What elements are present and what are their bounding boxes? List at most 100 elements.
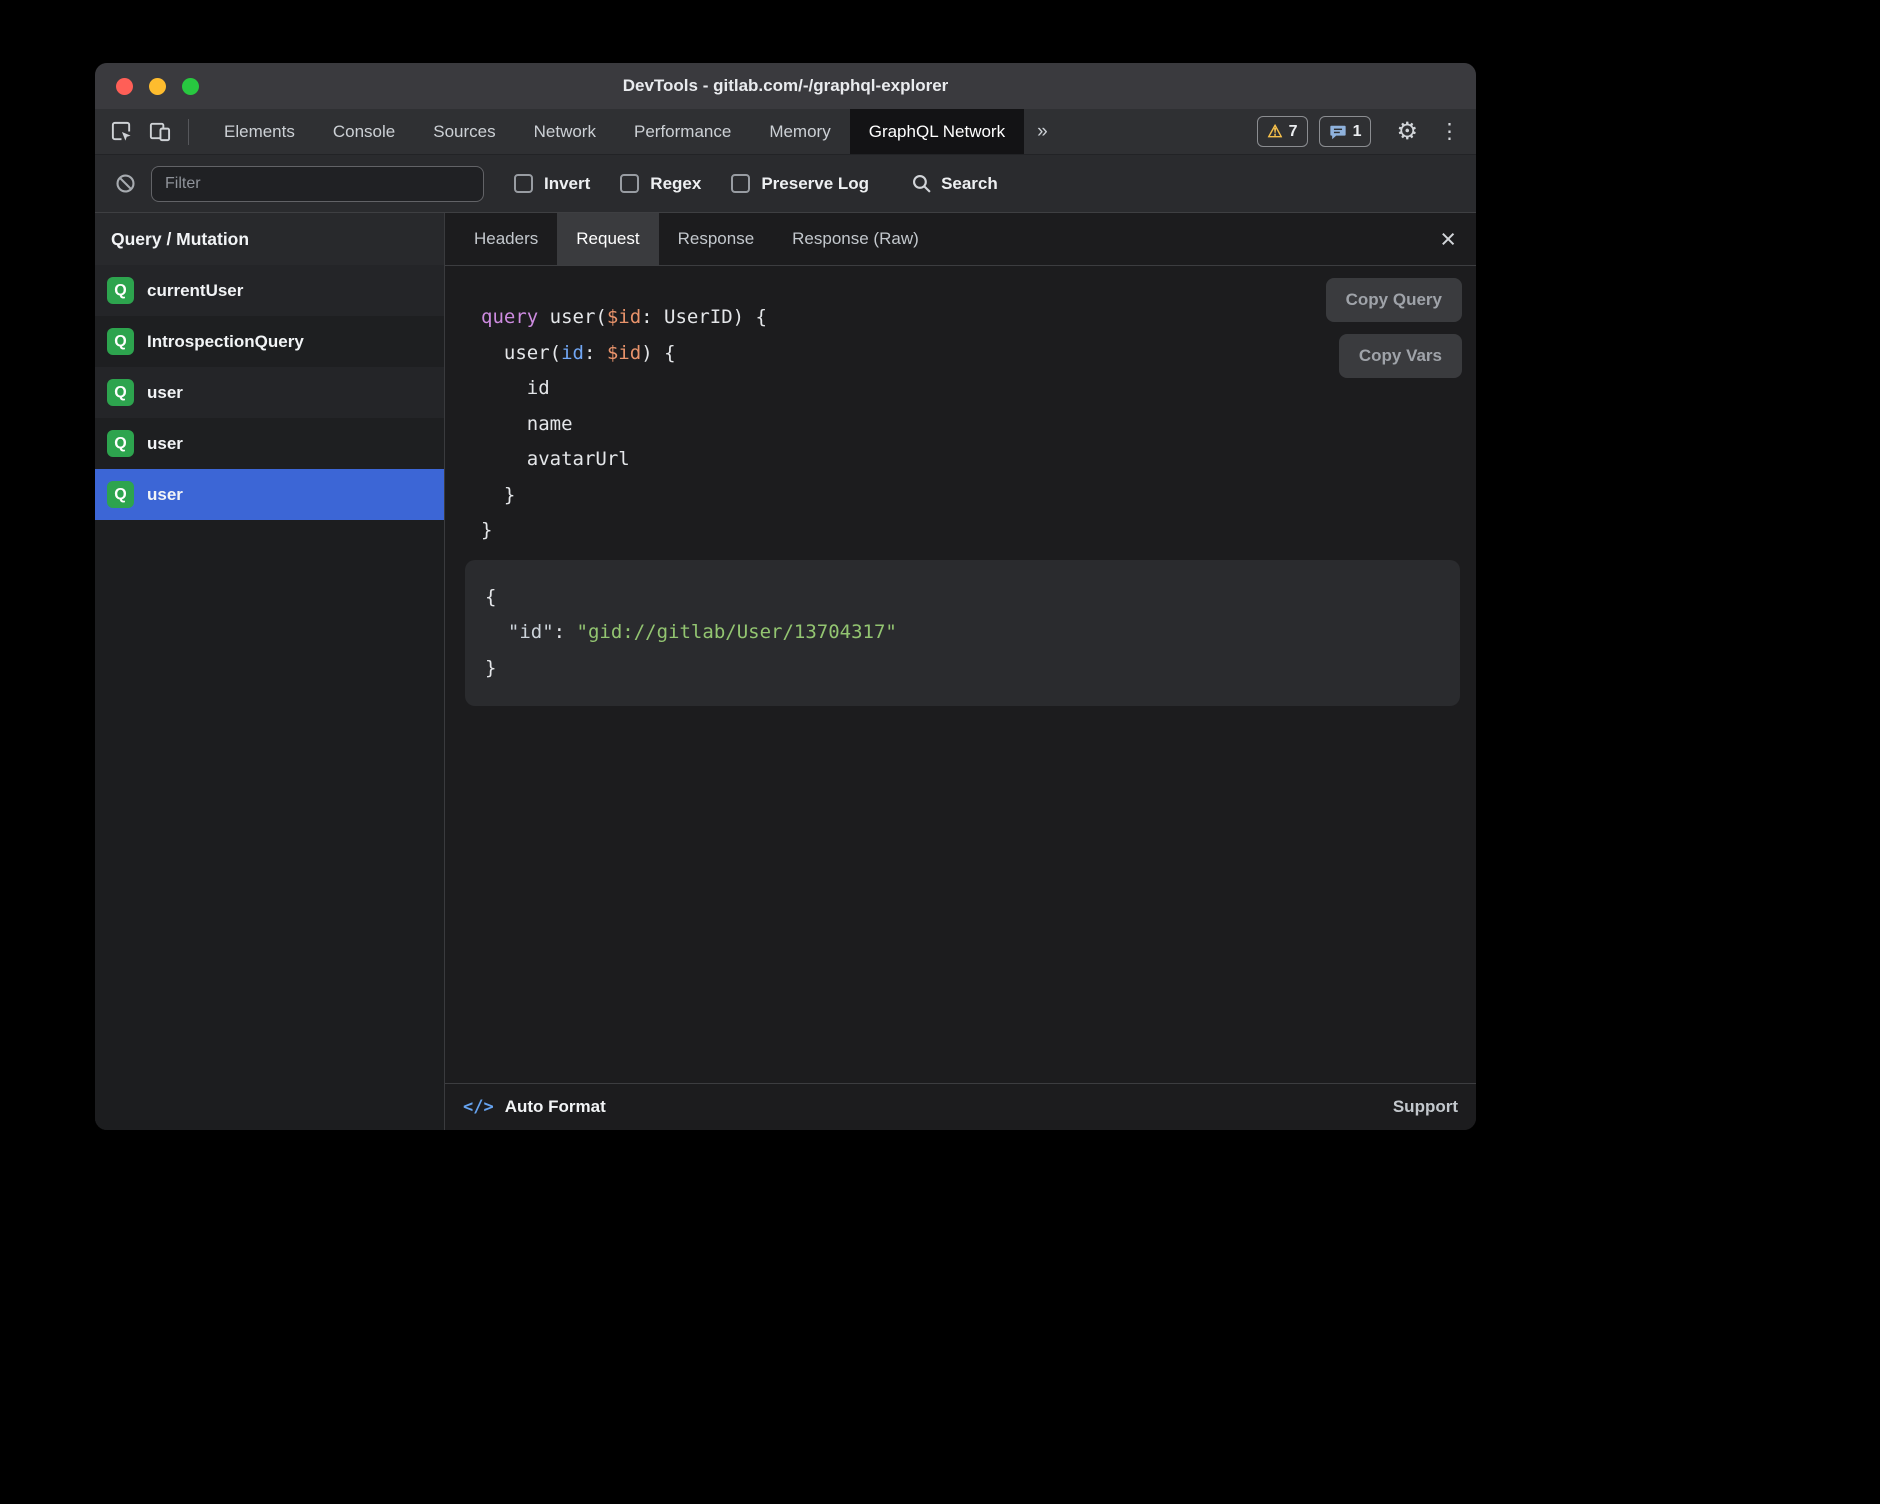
tab-response-raw[interactable]: Response (Raw) bbox=[773, 213, 938, 265]
search-icon bbox=[911, 173, 932, 194]
code-token bbox=[485, 621, 508, 643]
tab-graphql-network[interactable]: GraphQL Network bbox=[850, 109, 1024, 154]
query-type-badge: Q bbox=[107, 277, 134, 304]
warning-icon: ⚠ bbox=[1267, 123, 1282, 140]
warnings-badge[interactable]: ⚠ 7 bbox=[1257, 116, 1307, 147]
copy-query-button[interactable]: Copy Query bbox=[1326, 278, 1462, 322]
query-list: Q currentUser Q IntrospectionQuery Q use… bbox=[95, 265, 444, 1130]
list-item-user-1[interactable]: Q user bbox=[95, 367, 444, 418]
tab-sources[interactable]: Sources bbox=[414, 109, 514, 154]
kebab-menu-icon[interactable]: ⋮ bbox=[1439, 121, 1460, 142]
code-token: $id bbox=[607, 306, 641, 328]
code-line: name bbox=[481, 407, 1460, 443]
code-line: query user($id: UserID) { bbox=[481, 300, 1460, 336]
block-clear-icon[interactable] bbox=[115, 173, 136, 194]
support-link[interactable]: Support bbox=[1393, 1097, 1458, 1117]
issues-count: 1 bbox=[1353, 123, 1362, 141]
code-token: query bbox=[481, 306, 538, 328]
detail-footer: </> Auto Format Support bbox=[445, 1083, 1476, 1130]
query-type-badge: Q bbox=[107, 481, 134, 508]
zoom-window-button[interactable] bbox=[182, 78, 199, 95]
issues-badge[interactable]: 1 bbox=[1319, 116, 1372, 147]
preserve-log-option[interactable]: Preserve Log bbox=[731, 174, 869, 194]
toolbar-right: ⚠ 7 1 ⚙ ⋮ bbox=[1257, 109, 1476, 154]
code-token: user( bbox=[481, 342, 561, 364]
code-token: "gid://gitlab/User/13704317" bbox=[577, 621, 897, 643]
invert-checkbox[interactable] bbox=[514, 174, 533, 193]
code-token: avatarUrl bbox=[481, 448, 630, 470]
query-type-badge: Q bbox=[107, 379, 134, 406]
code-token: : bbox=[554, 621, 577, 643]
code-token: : UserID) { bbox=[641, 306, 767, 328]
detail-tab-bar: Headers Request Response Response (Raw) … bbox=[445, 213, 1476, 266]
traffic-lights bbox=[116, 63, 199, 109]
code-line: "id": "gid://gitlab/User/13704317" bbox=[485, 615, 1440, 651]
preserve-log-checkbox[interactable] bbox=[731, 174, 750, 193]
settings-gear-icon[interactable]: ⚙ bbox=[1396, 120, 1418, 144]
regex-option[interactable]: Regex bbox=[620, 174, 701, 194]
devtools-window: DevTools - gitlab.com/-/graphql-explorer… bbox=[95, 63, 1476, 1130]
code-token: } bbox=[481, 519, 492, 541]
invert-option[interactable]: Invert bbox=[514, 174, 590, 194]
code-token: { bbox=[485, 586, 496, 608]
more-tabs-chevron-icon[interactable]: » bbox=[1024, 109, 1061, 154]
invert-label: Invert bbox=[544, 174, 590, 194]
close-window-button[interactable] bbox=[116, 78, 133, 95]
close-detail-icon[interactable]: × bbox=[1440, 226, 1456, 253]
variables-json-code: { "id": "gid://gitlab/User/13704317"} bbox=[485, 580, 1440, 687]
variables-box: { "id": "gid://gitlab/User/13704317"} bbox=[465, 560, 1460, 707]
list-item-currentuser[interactable]: Q currentUser bbox=[95, 265, 444, 316]
filter-input[interactable] bbox=[151, 166, 484, 202]
list-item-introspectionquery[interactable]: Q IntrospectionQuery bbox=[95, 316, 444, 367]
code-line: } bbox=[481, 478, 1460, 514]
list-item-label: user bbox=[147, 434, 183, 454]
tab-elements[interactable]: Elements bbox=[205, 109, 314, 154]
toolbar-divider bbox=[188, 119, 189, 145]
tab-performance[interactable]: Performance bbox=[615, 109, 750, 154]
code-line: } bbox=[481, 513, 1460, 549]
tab-memory[interactable]: Memory bbox=[750, 109, 849, 154]
message-bubble-icon bbox=[1329, 123, 1347, 141]
code-token: "id" bbox=[508, 621, 554, 643]
list-item-user-2[interactable]: Q user bbox=[95, 418, 444, 469]
tab-console[interactable]: Console bbox=[314, 109, 414, 154]
code-brackets-icon: </> bbox=[463, 1097, 494, 1117]
list-item-label: IntrospectionQuery bbox=[147, 332, 304, 352]
request-detail-panel: Headers Request Response Response (Raw) … bbox=[445, 213, 1476, 1130]
code-token: : bbox=[584, 342, 607, 364]
device-toolbar-icon[interactable] bbox=[148, 120, 171, 143]
filter-bar: Invert Regex Preserve Log Search bbox=[95, 155, 1476, 213]
preserve-log-label: Preserve Log bbox=[761, 174, 869, 194]
code-token: ) { bbox=[641, 342, 675, 364]
code-token: id bbox=[561, 342, 584, 364]
code-token: } bbox=[481, 484, 515, 506]
list-item-user-3-selected[interactable]: Q user bbox=[95, 469, 444, 520]
query-type-badge: Q bbox=[107, 328, 134, 355]
auto-format-button[interactable]: Auto Format bbox=[505, 1097, 606, 1117]
regex-label: Regex bbox=[650, 174, 701, 194]
code-line: { bbox=[485, 580, 1440, 616]
tab-response[interactable]: Response bbox=[659, 213, 774, 265]
inspect-element-icon[interactable] bbox=[110, 120, 133, 143]
devtools-toolbar: Elements Console Sources Network Perform… bbox=[95, 109, 1476, 155]
code-token: user( bbox=[538, 306, 607, 328]
tab-headers[interactable]: Headers bbox=[455, 213, 557, 265]
copy-vars-button[interactable]: Copy Vars bbox=[1339, 334, 1462, 378]
copy-buttons: Copy Query Copy Vars bbox=[1326, 278, 1462, 378]
code-token: $id bbox=[607, 342, 641, 364]
main-split: Query / Mutation Q currentUser Q Introsp… bbox=[95, 213, 1476, 1130]
code-line: id bbox=[481, 371, 1460, 407]
regex-checkbox[interactable] bbox=[620, 174, 639, 193]
tab-request[interactable]: Request bbox=[557, 213, 658, 265]
query-list-header: Query / Mutation bbox=[95, 213, 444, 265]
search-group[interactable]: Search bbox=[911, 173, 998, 194]
tab-network[interactable]: Network bbox=[515, 109, 615, 154]
minimize-window-button[interactable] bbox=[149, 78, 166, 95]
code-line: } bbox=[485, 651, 1440, 687]
graphql-query-code: query user($id: UserID) { user(id: $id) … bbox=[465, 300, 1460, 549]
query-list-panel: Query / Mutation Q currentUser Q Introsp… bbox=[95, 213, 445, 1130]
request-body: Copy Query Copy Vars query user($id: Use… bbox=[445, 266, 1476, 1083]
code-line: avatarUrl bbox=[481, 442, 1460, 478]
code-token: } bbox=[485, 657, 496, 679]
list-item-label: currentUser bbox=[147, 281, 243, 301]
